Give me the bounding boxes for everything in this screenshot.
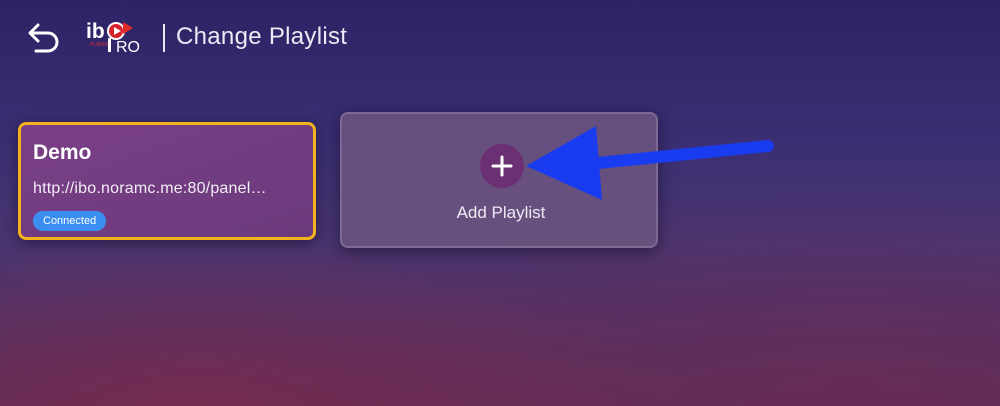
annotation-arrow-icon bbox=[526, 126, 774, 200]
svg-text:PLAYER: PLAYER bbox=[90, 42, 110, 48]
playlist-card-demo[interactable]: Demo http://ibo.noramc.me:80/panel… Conn… bbox=[18, 122, 316, 240]
playlist-url: http://ibo.noramc.me:80/panel… bbox=[33, 180, 267, 197]
plus-icon bbox=[480, 144, 524, 188]
header-divider bbox=[163, 24, 165, 52]
app-logo: ib PLAYER RO bbox=[86, 16, 148, 56]
back-button[interactable] bbox=[26, 22, 62, 56]
playlist-name: Demo bbox=[33, 141, 92, 164]
status-badge: Connected bbox=[33, 211, 107, 231]
svg-text:ib: ib bbox=[86, 20, 105, 43]
page-title: Change Playlist bbox=[176, 23, 348, 50]
svg-text:RO: RO bbox=[116, 39, 140, 56]
back-arrow-icon bbox=[28, 23, 59, 53]
